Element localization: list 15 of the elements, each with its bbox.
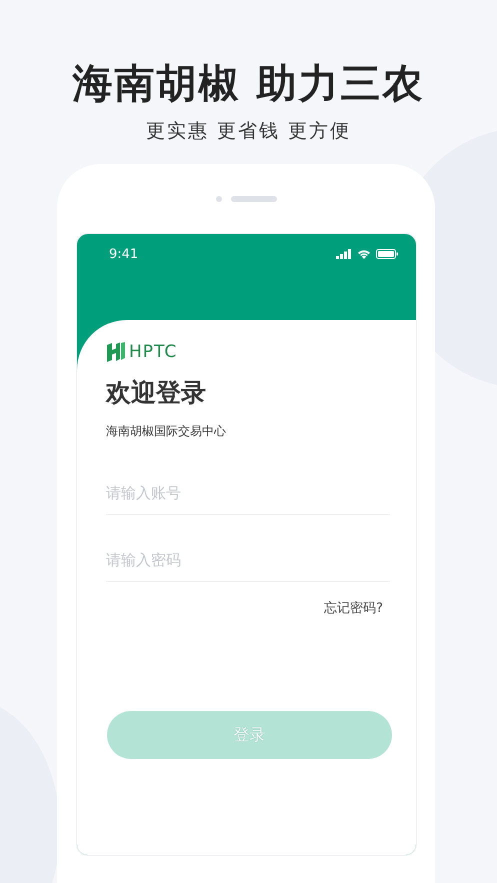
speaker-slot xyxy=(231,196,277,202)
battery-icon xyxy=(376,249,398,259)
password-field[interactable]: 请输入密码 xyxy=(106,551,390,582)
camera-dot xyxy=(216,196,222,202)
status-time: 9:41 xyxy=(109,247,138,262)
subtitle: 更实惠 更省钱 更方便 xyxy=(146,119,352,144)
forgot-password-link[interactable]: 忘记密码? xyxy=(324,599,383,617)
organization-name: 海南胡椒国际交易中心 xyxy=(106,423,227,440)
welcome-title: 欢迎登录 xyxy=(106,377,207,409)
account-field[interactable]: 请输入账号 xyxy=(106,484,390,515)
logo-icon xyxy=(106,342,126,362)
signal-icon xyxy=(336,249,352,259)
logo-text: HPTC xyxy=(129,342,178,362)
headline: 海南胡椒 助力三农 xyxy=(72,60,424,109)
wifi-icon xyxy=(357,249,371,259)
